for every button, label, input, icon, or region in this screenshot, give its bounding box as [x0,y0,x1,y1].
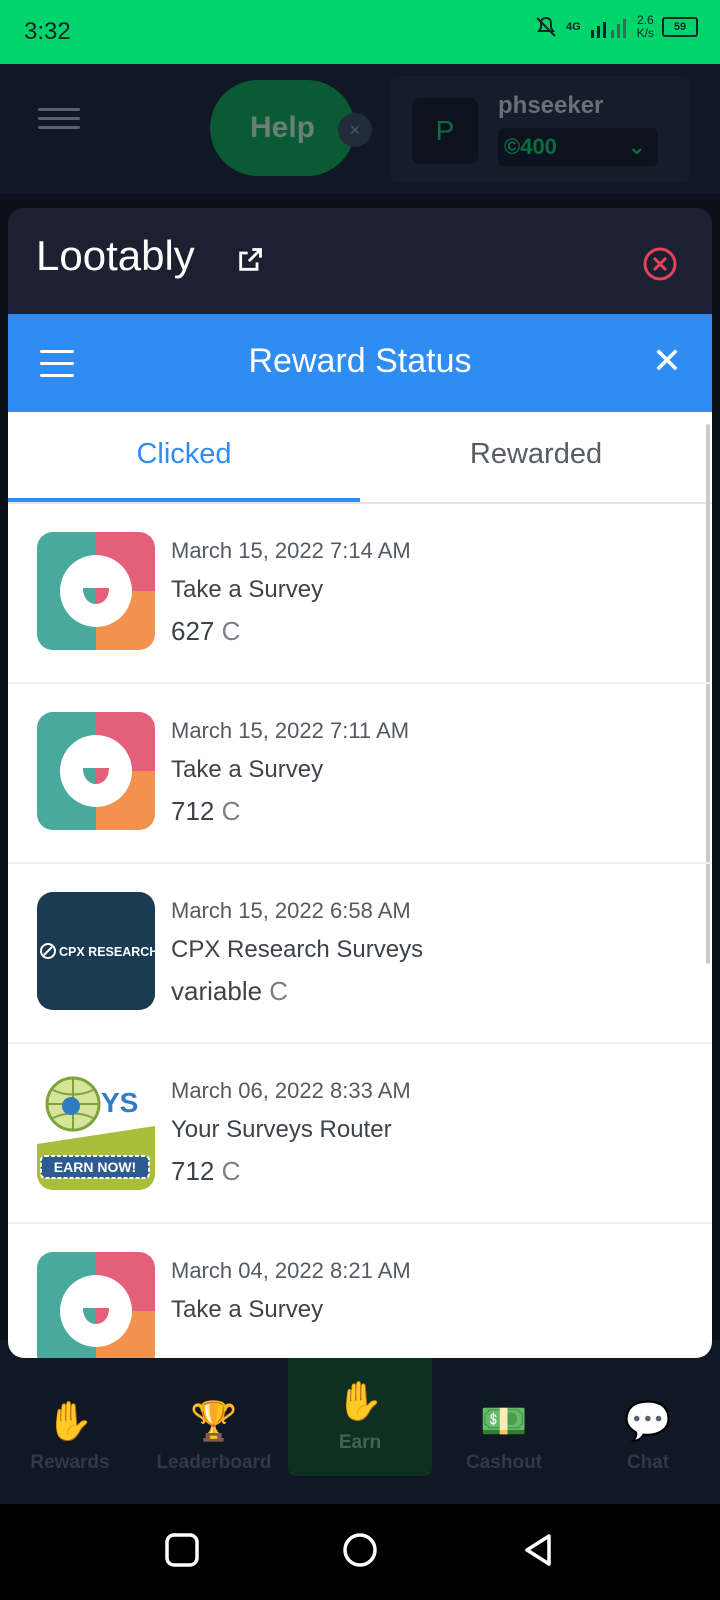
item-name: CPX Research Surveys [171,936,424,963]
reward-status-title: Reward Status [248,342,472,380]
home-circle-icon[interactable] [342,1532,378,1568]
active-tab-indicator [8,498,360,502]
item-amount: 627 C [171,616,241,646]
hamburger-menu-icon[interactable] [38,108,80,135]
item-name: Your Surveys Router [171,1116,392,1143]
help-button[interactable]: Help [210,80,355,176]
item-name: Take a Survey [171,756,324,783]
status-bar: 3:32 4G 2.6 K/s 59 [0,0,720,64]
close-icon[interactable]: ✕ [652,340,682,382]
item-date: March 15, 2022 7:11 AM [171,718,410,743]
earn-hand-icon: ✋ [336,1381,384,1423]
item-amount: 712 C [171,1156,241,1186]
signal-icon [590,19,626,38]
cpx-research-thumb: CPX RESEARCH [37,892,155,1010]
your-surveys-thumb: YS EARN NOW! [37,1072,155,1190]
external-link-icon[interactable] [236,246,264,274]
nav-earn[interactable]: ✋ Earn [290,1380,430,1454]
item-date: March 15, 2022 7:14 AM [171,538,411,563]
avatar: P [412,98,478,164]
list-item[interactable]: March 15, 2022 7:14 AM Take a Survey 627… [8,504,712,684]
modal-title: Lootably [36,232,195,279]
lootably-survey-thumb [37,532,155,650]
android-nav-bar [0,1504,720,1600]
username: phseeker [498,92,604,119]
offerwall-webview: Reward Status ✕ Clicked Rewarded March 1… [8,314,712,1358]
reward-list: March 15, 2022 7:14 AM Take a Survey 627… [8,504,712,1358]
battery-icon: 59 [662,17,698,37]
item-amount: variable C [171,976,289,1006]
nav-leaderboard[interactable]: 🏆 Leaderboard [144,1400,284,1474]
lootably-survey-thumb [37,1252,155,1358]
tab-clicked[interactable]: Clicked [8,438,360,471]
reward-status-bar: Reward Status ✕ [8,314,712,412]
item-date: March 06, 2022 8:33 AM [171,1078,411,1103]
item-date: March 04, 2022 8:21 AM [171,1258,411,1283]
nav-cashout[interactable]: 💵 Cashout [434,1400,574,1474]
status-icons: 4G 2.6 K/s 59 [534,14,698,40]
item-date: March 15, 2022 6:58 AM [171,898,411,923]
item-name: Take a Survey [171,1296,324,1323]
list-item[interactable]: YS EARN NOW! March 06, 2022 8:33 AM Your… [8,1044,712,1224]
back-triangle-icon[interactable] [520,1532,556,1568]
earn-now-text: EARN NOW! [54,1159,136,1175]
lootably-survey-thumb [37,712,155,830]
mute-bell-icon [536,16,556,37]
chevron-down-icon: ⌄ [627,134,646,159]
close-circle-icon[interactable] [642,246,678,282]
trophy-icon: 🏆 [190,1401,238,1443]
bottom-nav: ✋ Rewards 🏆 Leaderboard ✋ Earn 💵 Cashout… [0,1340,720,1504]
ys-logo-text: YS [101,1087,138,1118]
cash-icon: 💵 [480,1401,528,1443]
status-time: 3:32 [24,18,71,45]
list-item[interactable]: March 04, 2022 8:21 AM Take a Survey [8,1224,712,1358]
item-name: Take a Survey [171,576,324,603]
cpx-logo-text: CPX RESEARCH [59,945,155,959]
lootably-modal: Lootably Reward Status ✕ Clicked Rewarde… [8,208,712,1358]
recents-square-icon[interactable] [164,1532,200,1568]
nav-chat[interactable]: 💬 Chat [578,1400,718,1474]
chat-icon: 💬 [624,1401,672,1443]
net-speed: 2.6 K/s [636,13,654,40]
rewards-icon: ✋ [46,1401,94,1443]
coin-balance-value: ©400 [504,134,557,159]
item-amount: 712 C [171,796,241,826]
list-item[interactable]: March 15, 2022 7:11 AM Take a Survey 712… [8,684,712,864]
network-type: 4G [565,21,581,33]
coin-balance[interactable]: ©400 ⌄ [498,128,658,166]
tab-rewarded[interactable]: Rewarded [360,438,712,471]
help-close-button[interactable]: × [338,113,372,147]
user-card[interactable]: P phseeker ©400 ⌄ [390,76,690,182]
tab-bar: Clicked Rewarded [8,412,712,504]
nav-rewards[interactable]: ✋ Rewards [0,1400,140,1474]
list-item[interactable]: CPX RESEARCH March 15, 2022 6:58 AM CPX … [8,864,712,1044]
